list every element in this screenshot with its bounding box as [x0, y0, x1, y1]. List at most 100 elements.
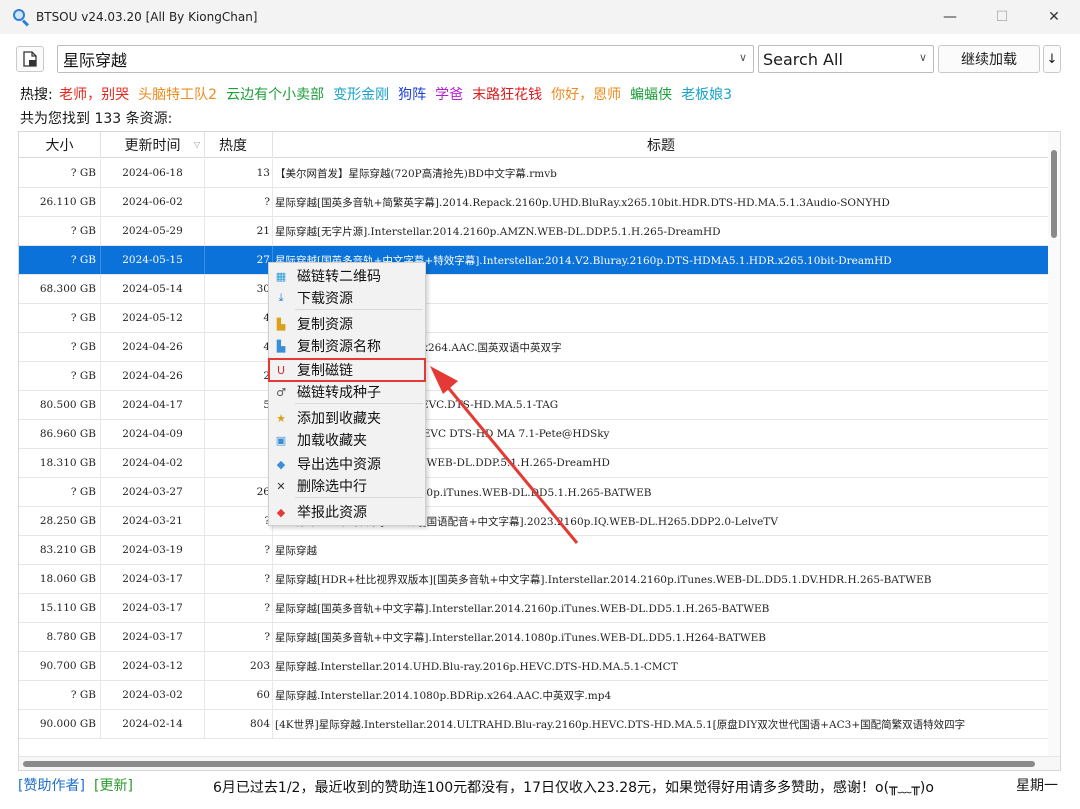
cell-title: 星际穿越 [275, 544, 317, 557]
sponsor-link[interactable]: [赞助作者] [18, 775, 85, 795]
hot-search-item[interactable]: 云边有个小卖部 [226, 87, 324, 103]
hot-search-item[interactable]: 老师，别哭 [59, 87, 129, 103]
hot-search-item[interactable]: 老板娘3 [681, 87, 732, 103]
horizontal-scrollbar[interactable] [19, 756, 1060, 770]
cell-heat: 21 [205, 217, 273, 245]
search-input[interactable] [58, 49, 718, 69]
table-row[interactable]: 83.210 GB 2024-03-19? 星际穿越 [19, 536, 1049, 565]
hot-search-item[interactable]: 狗阵 [398, 87, 426, 103]
table-row[interactable]: ? GB 2024-04-26 2 [19, 362, 1049, 391]
menu-item-qr[interactable]: ▦ 磁链转二维码 [269, 265, 425, 287]
hot-search-item[interactable]: 蝙蝠侠 [630, 87, 672, 103]
add-favorite-icon: ★ [276, 411, 286, 425]
table-row[interactable]: 90.000 GB 2024-02-14 804 [4K世界]星际穿越.Interst… [19, 710, 1049, 739]
vertical-scrollbar[interactable] [1048, 132, 1060, 757]
menu-item-load-favorite[interactable]: ▣ 加载收藏夹 [269, 429, 425, 451]
cell-date: 2024-03-02 [101, 681, 205, 709]
scope-value: Search All [763, 49, 843, 69]
cell-title: 星际穿越[国英多音轨+中文字幕].Interstellar.2014.1080p… [275, 631, 767, 644]
cell-size: ? GB [19, 246, 101, 274]
cell-size: 83.210 GB [19, 536, 101, 564]
menu-item-download[interactable]: ⤓ 下载资源 [269, 287, 425, 309]
hot-search-row: 热搜: 老师，别哭 头脑特工队2 云边有个小卖部 变形金刚 狗阵 学爸 末路狂花钱 你好，恩师… [20, 84, 741, 104]
scope-select[interactable]: Search All ∨ [758, 45, 934, 73]
cell-heat: 13 [205, 159, 273, 187]
cell-size: 8.780 GB [19, 623, 101, 651]
table-row[interactable]: 86.960 GB 2024-04-09 2014 UHD Blu-ray 2016… [19, 420, 1049, 449]
table-row[interactable]: ? GB 2024-03-02 60 星际穿越.Interstellar.2014.1… [19, 681, 1049, 710]
menu-item-copy[interactable]: ▙ 复制资源 [269, 313, 425, 335]
cell-date: 2024-04-26 [101, 362, 205, 390]
hot-search-item[interactable]: 变形金刚 [333, 87, 389, 103]
cell-date: 2024-04-26 [101, 333, 205, 361]
horizontal-scroll-thumb[interactable] [23, 761, 1035, 767]
cell-title: 星际穿越.Interstellar.2014.UHD.Blu-ray.2016p… [275, 660, 678, 673]
table-row[interactable]: ? GB 2024-06-18 13 【美尔网首发】星际穿越(720P高清抢先)BD中… [19, 159, 1049, 188]
table-row[interactable]: 8.780 GB 2024-03-17? 星际穿越[国英多音轨+中文字幕].Inte… [19, 623, 1049, 652]
minimize-button[interactable]: — [924, 0, 976, 34]
cell-title: 星际穿越.Interstellar.2014.1080p.BDRip.x264.… [275, 689, 612, 702]
table-row[interactable]: ? GB 2024-05-29 21 星际穿越[无字片源].Interstellar.… [19, 217, 1049, 246]
cell-size: ? GB [19, 681, 101, 709]
cell-date: 2024-03-27 [101, 478, 205, 506]
table-row[interactable]: ? GB 2024-05-15 27 星际穿越[国英多音轨+中文字幕+特效字幕].In… [19, 246, 1049, 275]
document-icon [23, 51, 37, 67]
table-row[interactable]: 68.300 GB 2024-05-14 30 [19, 275, 1049, 304]
cell-size: 90.700 GB [19, 652, 101, 680]
result-count: 共为您找到 133 条资源: [20, 111, 173, 127]
cell-heat: 203 [205, 652, 273, 680]
header-updated[interactable]: 更新时间 ▽ [101, 132, 205, 158]
cell-title: [4K世界]星际穿越.Interstellar.2014.ULTRAHD.Blu… [275, 718, 966, 731]
table-row[interactable]: 18.060 GB 2024-03-17? 星际穿越[HDR+杜比视界双版本][国英… [19, 565, 1049, 594]
cell-heat: ? [205, 536, 273, 564]
update-link[interactable]: [更新] [94, 775, 133, 795]
results-table: 大小 更新时间 ▽ 热度 标题 ? GB 2024-06-18 13 【美尔网首发】星际… [18, 131, 1061, 771]
menu-item-label: 导出选中资源 [297, 457, 381, 473]
menu-item-copy-name[interactable]: ▙ 复制资源名称 [269, 335, 425, 357]
continue-load-button[interactable]: 继续加载 [938, 45, 1040, 73]
cell-heat: ? [205, 623, 273, 651]
seed-icon: ♂ [276, 385, 286, 399]
table-row[interactable]: 15.110 GB 2024-03-17? 星际穿越[国英多音轨+中文字幕].Int… [19, 594, 1049, 623]
table-row[interactable]: 80.500 GB2024-04-1752014.UHD.Blu-ray.216… [19, 391, 1049, 420]
menu-item-export[interactable]: ◆ 导出选中资源 [269, 453, 425, 475]
table-row[interactable]: 90.700 GB 2024-03-12 203 星际穿越.Interstellar.… [19, 652, 1049, 681]
table-row[interactable]: 26.110 GB 2024-06-02? 星际穿越[国英多音轨+简繁英字幕].20… [19, 188, 1049, 217]
table-row[interactable]: ? GB 2024-03-27 26 文字幕].Interstellar.2014.2… [19, 478, 1049, 507]
header-heat[interactable]: 热度 [205, 132, 273, 158]
header-size[interactable]: 大小 [19, 132, 101, 158]
hot-search-item[interactable]: 头脑特工队2 [138, 87, 217, 103]
sort-icon: ▽ [193, 140, 200, 149]
maximize-button[interactable]: ☐ [976, 0, 1028, 34]
cell-size: 90.000 GB [19, 710, 101, 738]
header-title[interactable]: 标题 [273, 132, 1049, 158]
search-combobox[interactable]: ∨ [57, 45, 754, 73]
hot-search-item[interactable]: 你好，恩师 [551, 87, 621, 103]
close-button[interactable]: ✕ [1028, 0, 1080, 34]
hot-search-label: 热搜: [20, 87, 53, 103]
cell-size: 80.500 GB [19, 391, 101, 419]
menu-item-delete[interactable]: ✕ 删除选中行 [269, 475, 425, 497]
chevron-down-icon[interactable]: ∨ [739, 51, 747, 64]
down-arrow-button[interactable]: ↓ [1043, 45, 1061, 73]
document-icon-button[interactable] [16, 46, 44, 72]
load-favorite-icon: ▣ [275, 433, 287, 447]
cell-date: 2024-03-17 [101, 594, 205, 622]
table-row[interactable]: ? GB2024-05-124aRay.H264.AAC-RARBG [19, 304, 1049, 333]
menu-separator [295, 309, 423, 310]
cell-size: ? GB [19, 362, 101, 390]
menu-item-seed[interactable]: ♂ 磁链转成种子 [269, 381, 425, 403]
hot-search-item[interactable]: 末路狂花钱 [472, 87, 542, 103]
hot-search-item[interactable]: 学爸 [435, 87, 463, 103]
menu-item-report[interactable]: ◆ 举报此资源 [269, 501, 425, 523]
vertical-scroll-thumb[interactable] [1051, 150, 1057, 238]
table-row[interactable]: 18.310 GB 2024-04-02 erstellar.2014.2160p.… [19, 449, 1049, 478]
table-row[interactable]: ? GB2024-04-2642014.BluRay.1080p.BluRay.… [19, 333, 1049, 362]
chevron-down-icon[interactable]: ∨ [919, 51, 927, 64]
menu-item-add-favorite[interactable]: ★ 添加到收藏夹 [269, 407, 425, 429]
menu-item-label: 加载收藏夹 [297, 433, 367, 449]
cell-title: 星际穿越[国英多音轨+简繁英字幕].2014.Repack.2160p.UHD.… [275, 196, 890, 209]
menu-separator [295, 497, 423, 498]
qr-icon: ▦ [275, 269, 287, 283]
table-row[interactable]: 28.250 GB2024-03-21?《星际穿越》中的科学[全20集][国语配… [19, 507, 1049, 536]
